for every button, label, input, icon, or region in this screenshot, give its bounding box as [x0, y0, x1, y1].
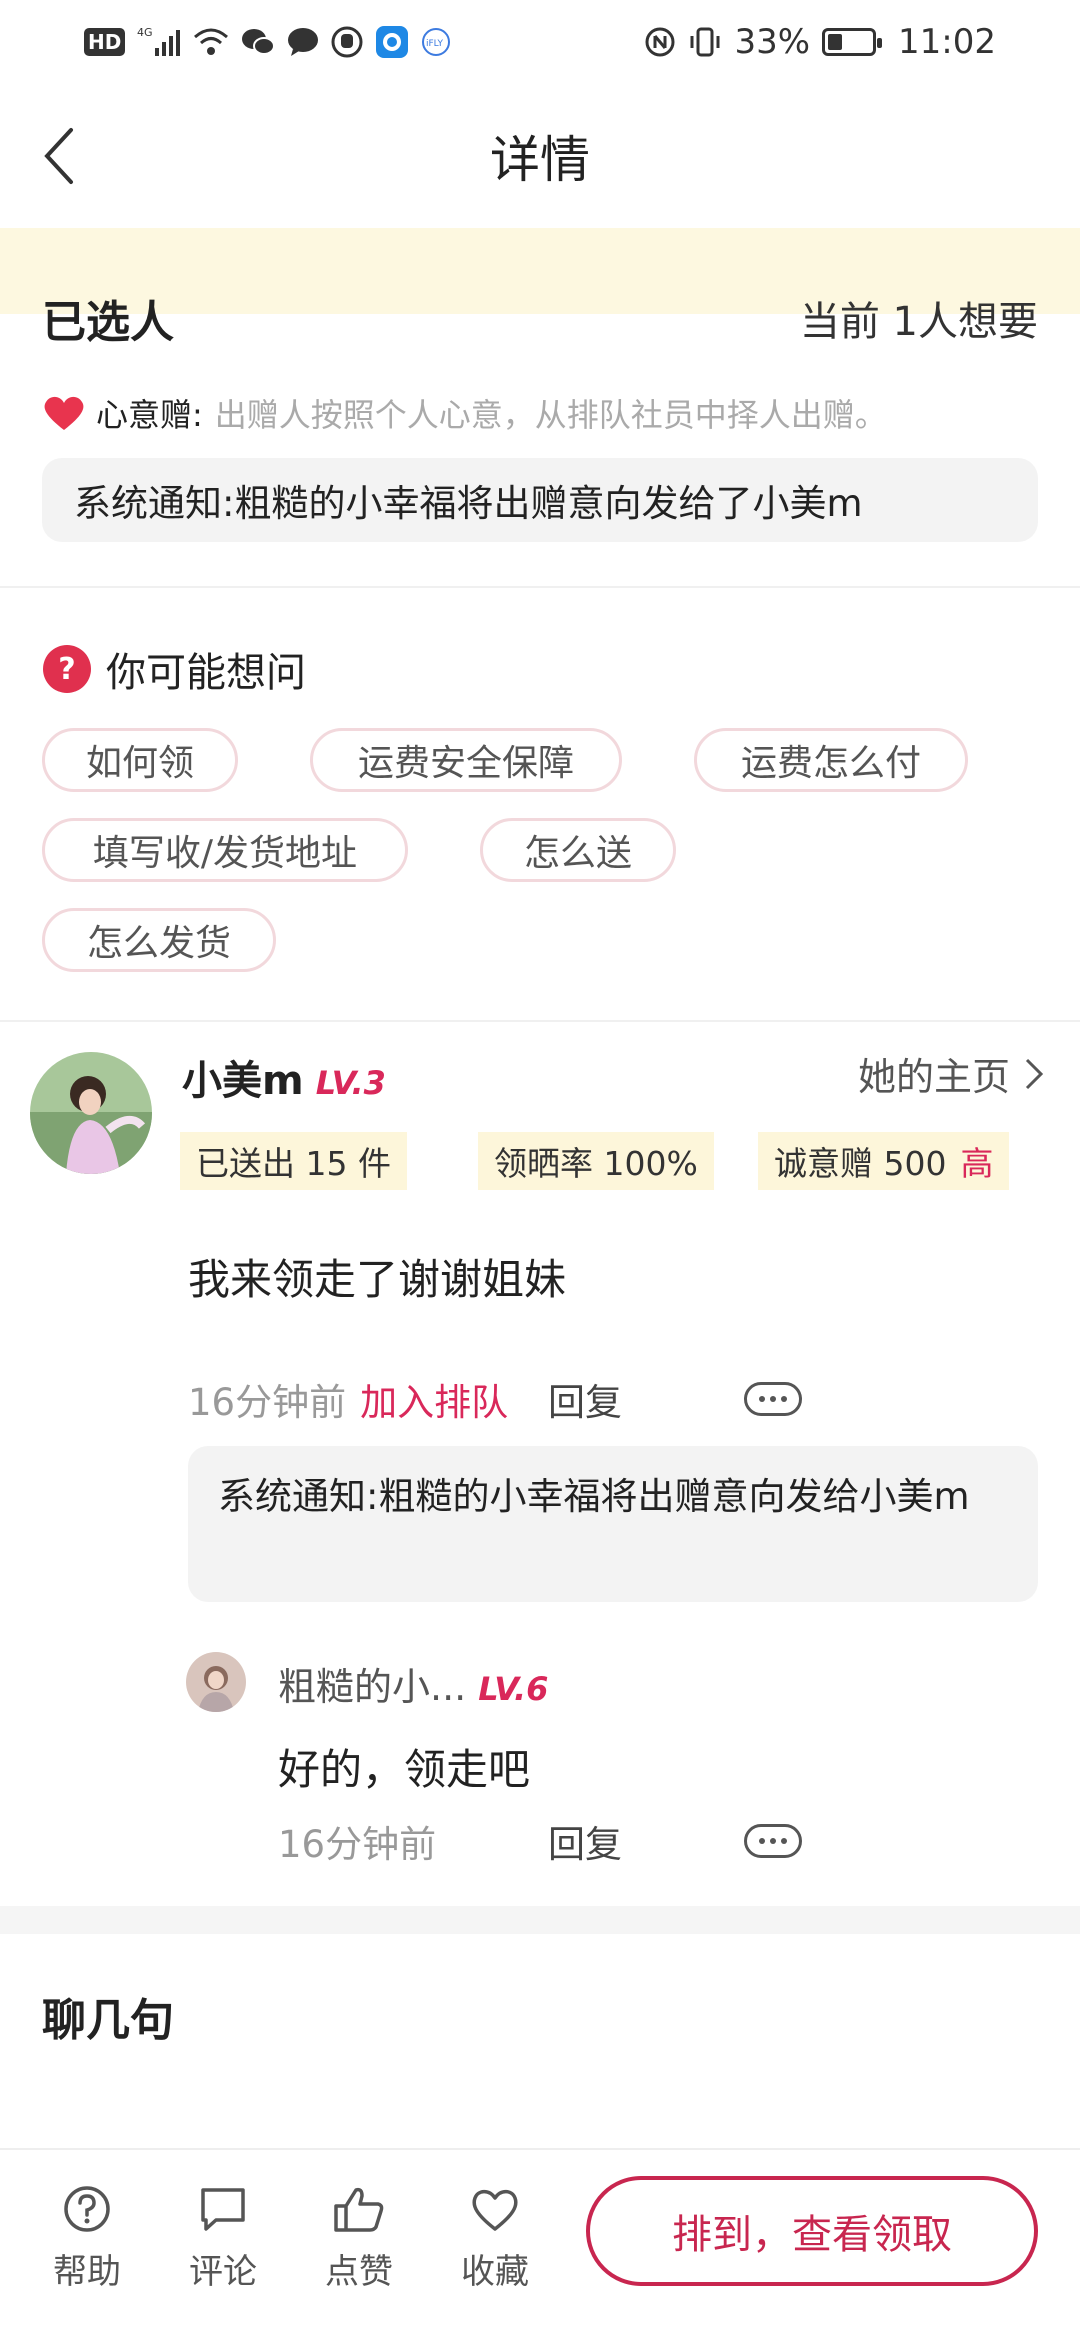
stat-sincerity-level: 高: [960, 1144, 994, 1183]
faq-title: 你可能想问: [106, 650, 306, 696]
system-notice: 系统通知:粗糙的小幸福将出赠意向发给了小美m: [42, 458, 1038, 542]
comment-meta: 16分钟前 加入排队 回复: [188, 1374, 1008, 1424]
faq-tag-shipping-guarantee[interactable]: 运费安全保障: [310, 728, 622, 792]
message-icon: [287, 26, 319, 58]
heart-icon: [44, 396, 84, 430]
selected-title: 已选人: [42, 297, 174, 348]
stat-sincerity-text: 诚意赠 500: [774, 1144, 947, 1183]
selected-header: 已选人 当前 1人想要: [42, 282, 1038, 354]
hand-icon: [331, 26, 363, 58]
stat-sent: 已送出 15 件: [180, 1132, 407, 1190]
divider: [0, 586, 1080, 588]
section-divider: [0, 1906, 1080, 1934]
app-notification-icon: [375, 26, 409, 58]
comment-icon: [201, 2188, 245, 2231]
stat-claim-rate: 领晒率 100%: [478, 1132, 714, 1190]
comment-label: 评论: [189, 2252, 257, 2292]
faq-tag-address[interactable]: 填写收/发货地址: [42, 818, 408, 882]
comment-button[interactable]: 评论: [178, 2184, 268, 2293]
nfc-icon: [644, 26, 676, 58]
favorite-button[interactable]: 收藏: [450, 2184, 540, 2293]
user-level-badge: LV.3: [315, 1064, 386, 1102]
network-type-text: 4G: [137, 26, 153, 39]
queue-claim-button[interactable]: 排到，查看领取: [586, 2176, 1038, 2286]
clock: 11:02: [898, 22, 996, 62]
chat-section-title: 聊几句: [42, 1995, 174, 2046]
wechat-icon: [241, 26, 276, 58]
homepage-link[interactable]: 她的主页: [858, 1046, 1044, 1101]
faq-tag-how-to-send[interactable]: 怎么送: [480, 818, 676, 882]
reply-time: 16分钟前: [278, 1823, 437, 1866]
user-name[interactable]: 小美m: [182, 1048, 304, 1106]
reply-button[interactable]: 回复: [548, 1372, 622, 1426]
thumbs-up-icon: [334, 2187, 384, 2232]
status-bar: HD 4G iFLY 33% 11:02: [0, 0, 1080, 84]
stat-sent-text: 已送出 15 件: [196, 1144, 391, 1183]
ifly-icon: iFLY: [421, 26, 451, 58]
reply-level-badge: LV.6: [478, 1670, 549, 1708]
page-header: 详情: [0, 84, 1080, 228]
status-bar-left: HD 4G iFLY: [84, 26, 451, 58]
back-button[interactable]: [28, 118, 88, 194]
chevron-left-icon: [44, 128, 73, 184]
faq-tag-shipping-payment[interactable]: 运费怎么付: [694, 728, 968, 792]
stat-sincerity: 诚意赠 500 高: [758, 1132, 1010, 1190]
reply-user-name[interactable]: 粗糙的小...: [278, 1656, 466, 1711]
gift-mode-description: 出赠人按照个人心意，从排队社员中择人出赠。: [214, 396, 887, 434]
ifly-text: iFLY: [426, 39, 443, 49]
faq-header: ? 你可能想问: [42, 640, 306, 698]
battery-percent: 33%: [734, 22, 811, 62]
cellular-signal-icon: 4G: [137, 26, 181, 58]
reply-name-row: 粗糙的小... LV.6: [278, 1656, 548, 1711]
comment-time: 16分钟前: [188, 1381, 347, 1424]
heart-outline-icon: [472, 2189, 518, 2231]
help-label: 帮助: [53, 2252, 121, 2292]
like-button[interactable]: 点赞: [314, 2184, 404, 2293]
want-count: 当前 1人想要: [799, 299, 1038, 345]
hd-icon: HD: [84, 28, 126, 56]
status-bar-right: 33% 11:02: [644, 22, 996, 62]
reply-avatar[interactable]: [186, 1652, 246, 1712]
faq-tag-how-to-ship[interactable]: 怎么发货: [42, 908, 276, 972]
wifi-icon: [193, 26, 229, 58]
help-button[interactable]: 帮助: [42, 2184, 132, 2293]
gift-mode-row: 心意赠: 出赠人按照个人心意，从排队社员中择人出赠。: [42, 390, 1050, 436]
more-options-icon[interactable]: [744, 1382, 802, 1416]
like-label: 点赞: [325, 2252, 393, 2292]
favorite-label: 收藏: [461, 2252, 529, 2292]
homepage-label: 她的主页: [857, 1055, 1010, 1099]
divider: [0, 1020, 1080, 1022]
vibrate-icon: [688, 26, 722, 58]
reply-reply-button[interactable]: 回复: [548, 1814, 622, 1868]
join-queue-link[interactable]: 加入排队: [360, 1372, 508, 1426]
stat-claim-rate-text: 领晒率 100%: [494, 1144, 698, 1183]
user-avatar[interactable]: [30, 1052, 152, 1174]
page-title: 详情: [490, 131, 590, 189]
user-name-row: 小美m LV.3: [182, 1048, 386, 1106]
more-options-icon[interactable]: [744, 1824, 802, 1858]
system-reply: 系统通知:粗糙的小幸福将出赠意向发给小美m: [188, 1446, 1038, 1602]
reply-text: 好的，领走吧: [278, 1745, 531, 1794]
reply-meta: 16分钟前 回复: [278, 1816, 1008, 1866]
question-icon: ?: [43, 645, 91, 693]
gift-mode-label: 心意赠:: [96, 396, 203, 434]
battery-fill: [828, 34, 842, 50]
comment-text: 我来领走了谢谢姐妹: [188, 1255, 567, 1304]
help-icon: [64, 2186, 110, 2232]
faq-tag-how-to-claim[interactable]: 如何领: [42, 728, 238, 792]
chevron-right-icon: [1025, 1058, 1044, 1089]
battery-icon: [822, 28, 883, 56]
bottom-action-bar: 帮助 评论 点赞 收藏 排到，查看领取: [0, 2148, 1080, 2340]
svg-text:?: ?: [58, 652, 75, 687]
